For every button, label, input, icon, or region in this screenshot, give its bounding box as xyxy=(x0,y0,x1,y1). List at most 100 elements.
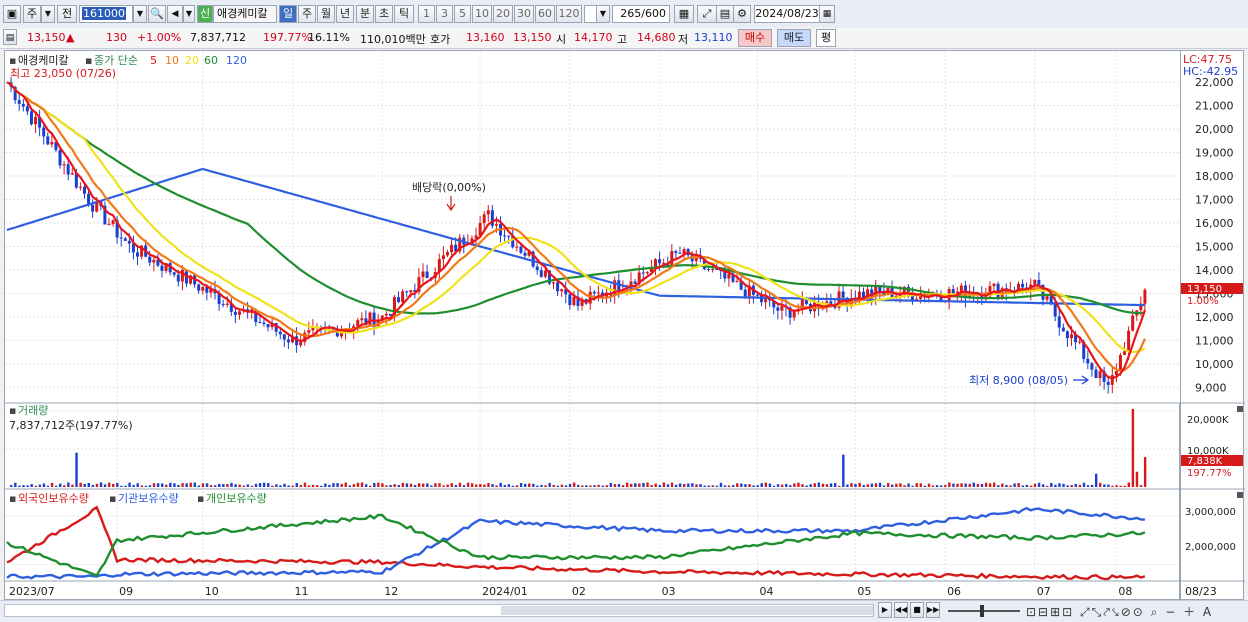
price-panel-bg xyxy=(5,51,1181,403)
buy-button[interactable]: 매수 xyxy=(738,29,772,47)
volume-bar xyxy=(160,483,164,487)
volume-bar xyxy=(426,483,429,487)
data-count-field[interactable]: 265/600 xyxy=(612,5,670,23)
eval-button[interactable]: 평 xyxy=(816,29,836,47)
period-year-button[interactable]: 년 xyxy=(336,5,354,23)
interval-10-button[interactable]: 10 xyxy=(472,5,492,23)
zoom-slider-handle[interactable] xyxy=(980,605,984,617)
chart-scrollbar-thumb[interactable] xyxy=(501,606,873,615)
volume-bar xyxy=(156,483,160,487)
volume-bar xyxy=(744,484,747,487)
stock-code-input[interactable]: 161000 xyxy=(79,5,133,23)
volume-bar xyxy=(1070,484,1073,487)
holding-panel-close-icon[interactable] xyxy=(1237,492,1243,498)
volume-bar xyxy=(699,484,702,487)
interval-60-button[interactable]: 60 xyxy=(535,5,555,23)
chart-menu-icon[interactable]: ▣ xyxy=(3,5,21,23)
volume-bar xyxy=(768,483,772,487)
volume-bar xyxy=(572,482,576,487)
candle-body xyxy=(1090,363,1094,370)
candle-body xyxy=(152,259,156,263)
volume-bar xyxy=(638,483,641,487)
volume-bar xyxy=(397,484,400,487)
fast-forward-icon[interactable]: ▶▶ xyxy=(926,602,940,618)
prev-button[interactable]: 전 xyxy=(57,5,77,23)
drawing-tool-icons[interactable]: ⊡⊟⊞⊡ ⤢⤡⤤⤥⊘⊙ ⌕ − ＋ A xyxy=(1026,603,1213,620)
candle-body xyxy=(78,186,82,188)
period-day-button[interactable]: 일 xyxy=(279,5,297,23)
price-panel xyxy=(5,51,1181,581)
cross-line-icon[interactable]: ⤢ xyxy=(697,5,717,23)
interval-20-button[interactable]: 20 xyxy=(493,5,513,23)
candle-body xyxy=(441,255,445,260)
volume-bar xyxy=(352,484,356,487)
x-axis-label: 11 xyxy=(295,585,309,598)
interval-30-button[interactable]: 30 xyxy=(514,5,534,23)
sell-button[interactable]: 매도 xyxy=(777,29,811,47)
volume-bar xyxy=(287,485,290,487)
candle-body xyxy=(50,142,54,145)
interval-1-button[interactable]: 1 xyxy=(418,5,435,23)
x-axis-label: 09 xyxy=(119,585,133,598)
gear-icon[interactable]: ⚙ xyxy=(733,5,751,23)
volume-bar xyxy=(246,484,250,487)
search-icon[interactable]: 🔍 xyxy=(148,5,166,23)
volume-bar xyxy=(1107,484,1110,487)
chart-canvas[interactable]: 2023/07 09 10 11 12 2024/01 02 03 04 05 06 07 08 ▪ 애… xyxy=(4,50,1181,601)
candle-body xyxy=(356,320,360,327)
stop-icon[interactable]: ■ xyxy=(910,602,924,618)
date-input[interactable]: 2024/08/23 xyxy=(754,5,820,23)
volume-panel-close-icon[interactable] xyxy=(1237,406,1243,412)
zoom-slider[interactable] xyxy=(948,605,1020,617)
price-tick-label: 10,000 xyxy=(1195,358,1234,371)
volume-bar xyxy=(523,483,527,487)
period-second-button[interactable]: 초 xyxy=(375,5,393,23)
interval-5-button[interactable]: 5 xyxy=(454,5,471,23)
info-settings-icon[interactable]: ▤ xyxy=(3,29,17,45)
candle-body xyxy=(46,136,50,145)
interval-3-button[interactable]: 3 xyxy=(436,5,453,23)
volume-bar xyxy=(1050,483,1053,487)
volume-bar xyxy=(952,483,955,487)
x-axis-label: 2023/07 xyxy=(9,585,55,598)
interval-dropdown-icon[interactable]: ▼ xyxy=(596,5,610,23)
scroll-right-icon[interactable]: ▶ xyxy=(878,602,892,618)
candle-body xyxy=(992,283,996,287)
stock-dropdown-icon[interactable]: ▼ xyxy=(133,5,147,23)
chevron-down-icon[interactable]: ▼ xyxy=(41,5,55,23)
interval-120-button[interactable]: 120 xyxy=(556,5,582,23)
period-tick-button[interactable]: 틱 xyxy=(394,5,414,23)
rewind-icon[interactable]: ◀◀ xyxy=(894,602,908,618)
period-month-button[interactable]: 월 xyxy=(317,5,335,23)
volume-bar xyxy=(450,483,453,487)
volume-bar xyxy=(218,483,221,487)
volume-bar xyxy=(1143,457,1147,487)
period-week-button[interactable]: 주 xyxy=(298,5,316,23)
candle-body xyxy=(1118,354,1122,372)
speaker-dropdown-icon[interactable]: ▼ xyxy=(183,5,195,23)
period-minute-button[interactable]: 분 xyxy=(356,5,374,23)
volume-bar xyxy=(964,483,967,487)
volume-bar xyxy=(389,485,392,487)
chart-settings-icon[interactable]: ▦ xyxy=(674,5,694,23)
volume-bar xyxy=(1001,483,1004,487)
calendar-icon[interactable]: ▦ xyxy=(819,5,835,23)
volume-bar xyxy=(838,485,841,487)
volume-title: 거래량 xyxy=(18,404,48,417)
volume-bar xyxy=(1103,484,1106,487)
candle-body xyxy=(401,291,405,303)
candle-body xyxy=(1037,279,1041,285)
candle-body xyxy=(1033,279,1037,285)
volume-bar xyxy=(585,485,588,487)
volume-bar xyxy=(181,483,184,487)
legend-ma60: 60 xyxy=(204,54,218,67)
legend-institution-holding: 기관보유수량 xyxy=(118,492,179,505)
speaker-icon[interactable]: ◀ xyxy=(167,5,183,23)
volume-bar xyxy=(377,482,380,487)
holding-legend-marker-3: ▪ xyxy=(197,492,204,505)
save-icon[interactable]: ▤ xyxy=(716,5,734,23)
market-select[interactable]: 주 xyxy=(23,5,41,23)
stock-chart-svg[interactable]: 2023/07 09 10 11 12 2024/01 02 03 04 05 06 07 08 ▪ 애… xyxy=(5,51,1181,601)
volume-bar xyxy=(303,482,307,487)
chart-scrollbar-track[interactable] xyxy=(4,604,874,617)
